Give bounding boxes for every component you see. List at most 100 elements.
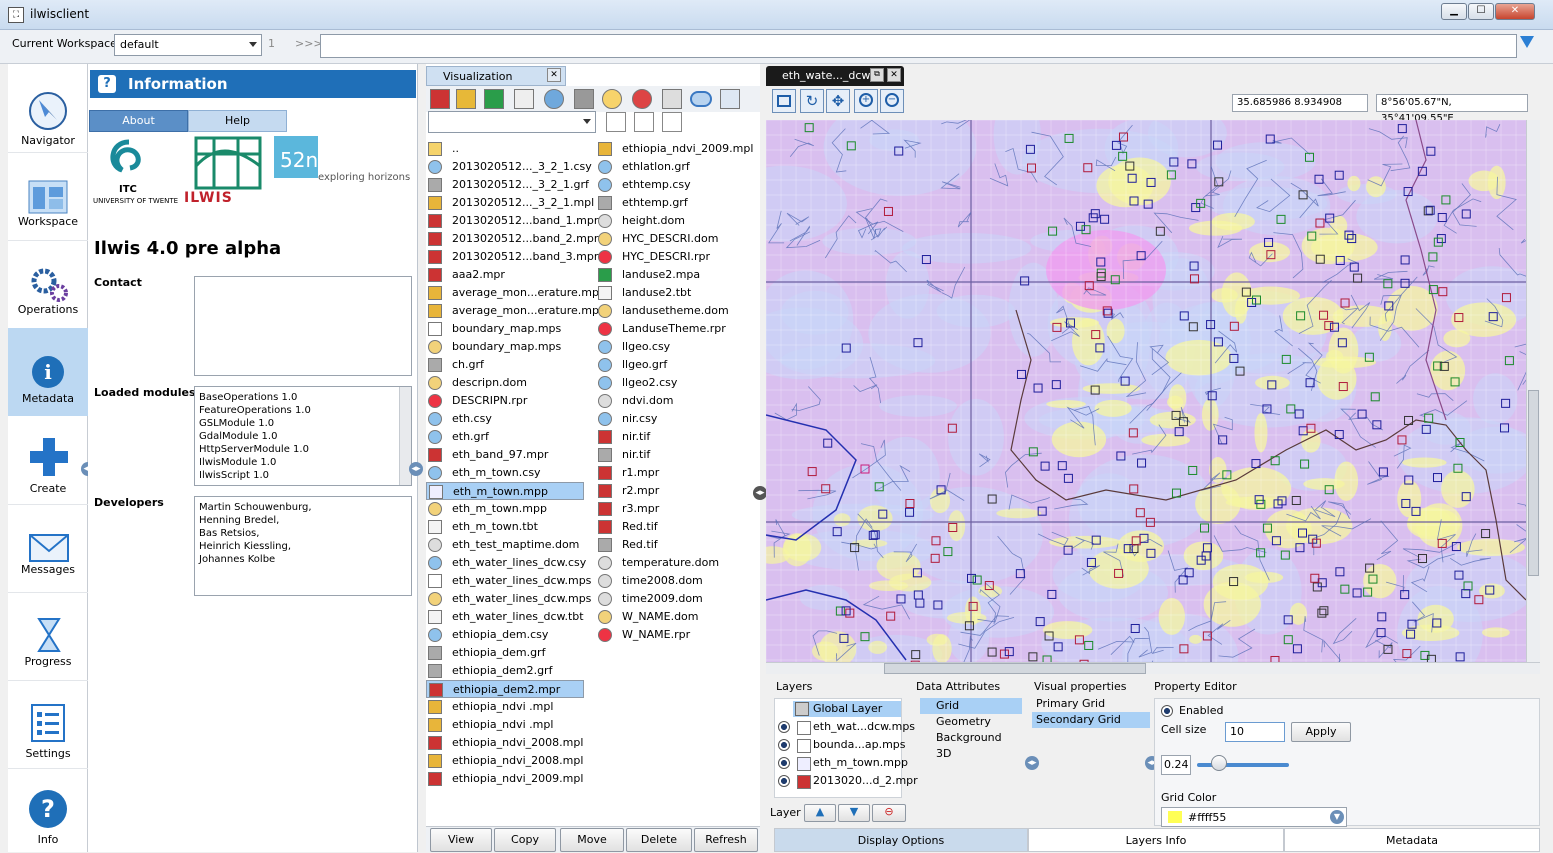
catalog-item[interactable]: ethiopia_dem.csy xyxy=(426,626,586,644)
sidebar-item-operations[interactable]: Operations xyxy=(8,240,88,328)
catalog-item[interactable]: Red.tif xyxy=(596,518,756,536)
catalog-item[interactable]: eth_m_town.mpp xyxy=(426,500,586,518)
refresh-icon[interactable]: ↻ xyxy=(800,89,824,113)
enabled-radio[interactable] xyxy=(1161,705,1173,717)
tab-layers-info[interactable]: Layers Info xyxy=(1028,828,1284,852)
command-input[interactable] xyxy=(320,34,1517,58)
catalog-item[interactable]: 2013020512...band_3.mpr xyxy=(426,248,598,266)
catalog-item[interactable]: ethiopia_dem.grf xyxy=(426,644,586,662)
catalog-item[interactable]: landusetheme.dom xyxy=(596,302,756,320)
catalog-item[interactable]: average_mon...erature.mpl xyxy=(426,284,602,302)
catalog-item[interactable]: 2013020512..._3_2_1.csy xyxy=(426,158,592,176)
catalog-item[interactable]: landuse2.mpa xyxy=(596,266,756,284)
visual-property-secondary-grid[interactable]: Secondary Grid xyxy=(1032,712,1150,728)
expand-handle[interactable]: ◂▸ xyxy=(1025,756,1039,770)
tab-visualization[interactable]: Visualization xyxy=(426,66,566,86)
catalog-item[interactable]: aaa2.mpr xyxy=(426,266,586,284)
catalog-item[interactable]: boundary_map.mps xyxy=(426,338,586,356)
catalog-item[interactable]: descripn.dom xyxy=(426,374,586,392)
delete-button[interactable]: Delete xyxy=(626,828,692,852)
catalog-item[interactable]: ethiopia_ndvi .mpl xyxy=(426,698,586,716)
contact-field[interactable] xyxy=(194,276,412,376)
layer-item[interactable]: 2013020...d_2.mpr xyxy=(795,773,918,789)
close-button[interactable]: ✕ xyxy=(1495,3,1535,20)
catalog-item[interactable]: llgeo2.csy xyxy=(596,374,756,392)
catalog-item[interactable]: average_mon...erature.mpl xyxy=(426,302,602,320)
raster-filter-icon[interactable] xyxy=(430,89,450,109)
visual-property-primary-grid[interactable]: Primary Grid xyxy=(1036,696,1105,712)
collapse-handle-right[interactable]: ◂▸ xyxy=(753,486,767,500)
catalog-item[interactable]: eth_water_lines_dcw.mps xyxy=(426,590,591,608)
catalog-item[interactable]: 2013020512...band_2.mpr xyxy=(426,230,598,248)
catalog-item[interactable]: ethiopia_ndvi_2009.mpl xyxy=(426,770,586,788)
catalog-item[interactable]: ethtemp.grf xyxy=(596,194,756,212)
tab-help[interactable]: Help xyxy=(188,110,287,132)
catalog-item[interactable]: ethiopia_dem2.mpr xyxy=(426,680,584,698)
layer-item-global[interactable]: Global Layer xyxy=(793,701,901,717)
grid-color-select[interactable]: #ffff55 ▼ xyxy=(1161,807,1347,827)
catalog-item[interactable]: llgeo.grf xyxy=(596,356,756,374)
grid-view-icon[interactable] xyxy=(634,112,654,132)
sidebar-item-settings[interactable]: Settings xyxy=(8,680,88,768)
map-horizontal-scrollbar[interactable] xyxy=(766,662,1540,674)
catalog-item[interactable]: eth_water_lines_dcw.tbt xyxy=(426,608,586,626)
sidebar-item-create[interactable]: Create xyxy=(8,416,88,504)
sidebar-item-messages[interactable]: Messages xyxy=(8,504,88,592)
layer-down-button[interactable]: ▼ xyxy=(838,804,870,822)
catalog-item[interactable]: nir.csy xyxy=(596,410,756,428)
catalog-item[interactable]: ndvi.dom xyxy=(596,392,756,410)
cell-size-input[interactable]: 10 xyxy=(1225,722,1285,742)
tab-display-options[interactable]: Display Options xyxy=(774,828,1028,852)
workspace-select[interactable]: default xyxy=(114,34,262,56)
close-icon[interactable]: ✕ xyxy=(547,68,561,82)
catalog-item[interactable]: time2009.dom xyxy=(596,590,756,608)
catalog-item[interactable]: ethiopia_ndvi_2008.mpl xyxy=(426,752,586,770)
visibility-radio[interactable] xyxy=(778,775,790,787)
layer-item[interactable]: eth_m_town.mpp xyxy=(795,755,908,771)
catalog-item[interactable]: boundary_map.mps xyxy=(426,320,586,338)
catalog-item[interactable]: ch.grf xyxy=(426,356,586,374)
minimize-button[interactable]: ▁ xyxy=(1441,3,1467,20)
rpr-filter-icon[interactable] xyxy=(632,89,652,109)
catalog-item[interactable]: Red.tif xyxy=(596,536,756,554)
list-view-icon[interactable] xyxy=(606,112,626,132)
sidebar-item-progress[interactable]: Progress xyxy=(8,592,88,680)
catalog-item[interactable]: W_NAME.dom xyxy=(596,608,756,626)
ellipse-filter-icon[interactable] xyxy=(690,91,712,107)
attribute-item-grid[interactable]: Grid xyxy=(920,698,1022,714)
sidebar-item-info[interactable]: ? Info xyxy=(8,768,88,852)
catalog-item[interactable]: r2.mpr xyxy=(596,482,756,500)
operation-filter-icon[interactable] xyxy=(662,89,682,109)
catalog-item[interactable]: landuse2.tbt xyxy=(596,284,756,302)
polygon-filter-icon[interactable] xyxy=(484,89,504,109)
opacity-slider-thumb[interactable] xyxy=(1211,755,1228,771)
catalog-item[interactable]: eth.csy xyxy=(426,410,586,428)
catalog-item[interactable]: temperature.dom xyxy=(596,554,756,572)
catalog-item[interactable]: .. xyxy=(426,140,586,158)
layer-item[interactable]: bounda...ap.mps xyxy=(795,737,906,753)
triangle-down-icon[interactable] xyxy=(1520,36,1534,48)
tab-about[interactable]: About xyxy=(89,110,188,132)
modules-list[interactable]: BaseOperations 1.0 FeatureOperations 1.0… xyxy=(194,386,412,486)
catalog-item[interactable]: r3.mpr xyxy=(596,500,756,518)
catalog-item[interactable]: HYC_DESCRI.rpr xyxy=(596,248,756,266)
table-filter-icon[interactable] xyxy=(514,89,534,109)
close-icon[interactable]: ✕ xyxy=(887,68,901,82)
catalog-item[interactable]: llgeo.csy xyxy=(596,338,756,356)
catalog-item[interactable]: eth_m_town.csy xyxy=(426,464,586,482)
attribute-item-background[interactable]: Background xyxy=(936,730,1002,746)
catalog-item[interactable]: ethiopia_ndvi_2009.mpl xyxy=(596,140,756,158)
zoom-in-icon[interactable]: + xyxy=(854,89,878,113)
catalog-item[interactable]: eth_water_lines_dcw.csy xyxy=(426,554,586,572)
pan-icon[interactable]: ✥ xyxy=(826,89,850,113)
catalog-item[interactable]: nir.tif xyxy=(596,428,756,446)
catalog-item[interactable]: nir.tif xyxy=(596,446,756,464)
catalog-item[interactable]: eth_band_97.mpr xyxy=(426,446,586,464)
catalog-item[interactable]: eth_water_lines_dcw.mps xyxy=(426,572,591,590)
catalog-item[interactable]: W_NAME.rpr xyxy=(596,626,756,644)
refresh-button[interactable]: Refresh xyxy=(694,828,758,852)
view-button[interactable]: View xyxy=(430,828,492,852)
copy-button[interactable]: Copy xyxy=(494,828,556,852)
catalog-item[interactable]: eth_test_maptime.dom xyxy=(426,536,586,554)
catalog-item[interactable]: ethiopia_ndvi .mpl xyxy=(426,716,586,734)
